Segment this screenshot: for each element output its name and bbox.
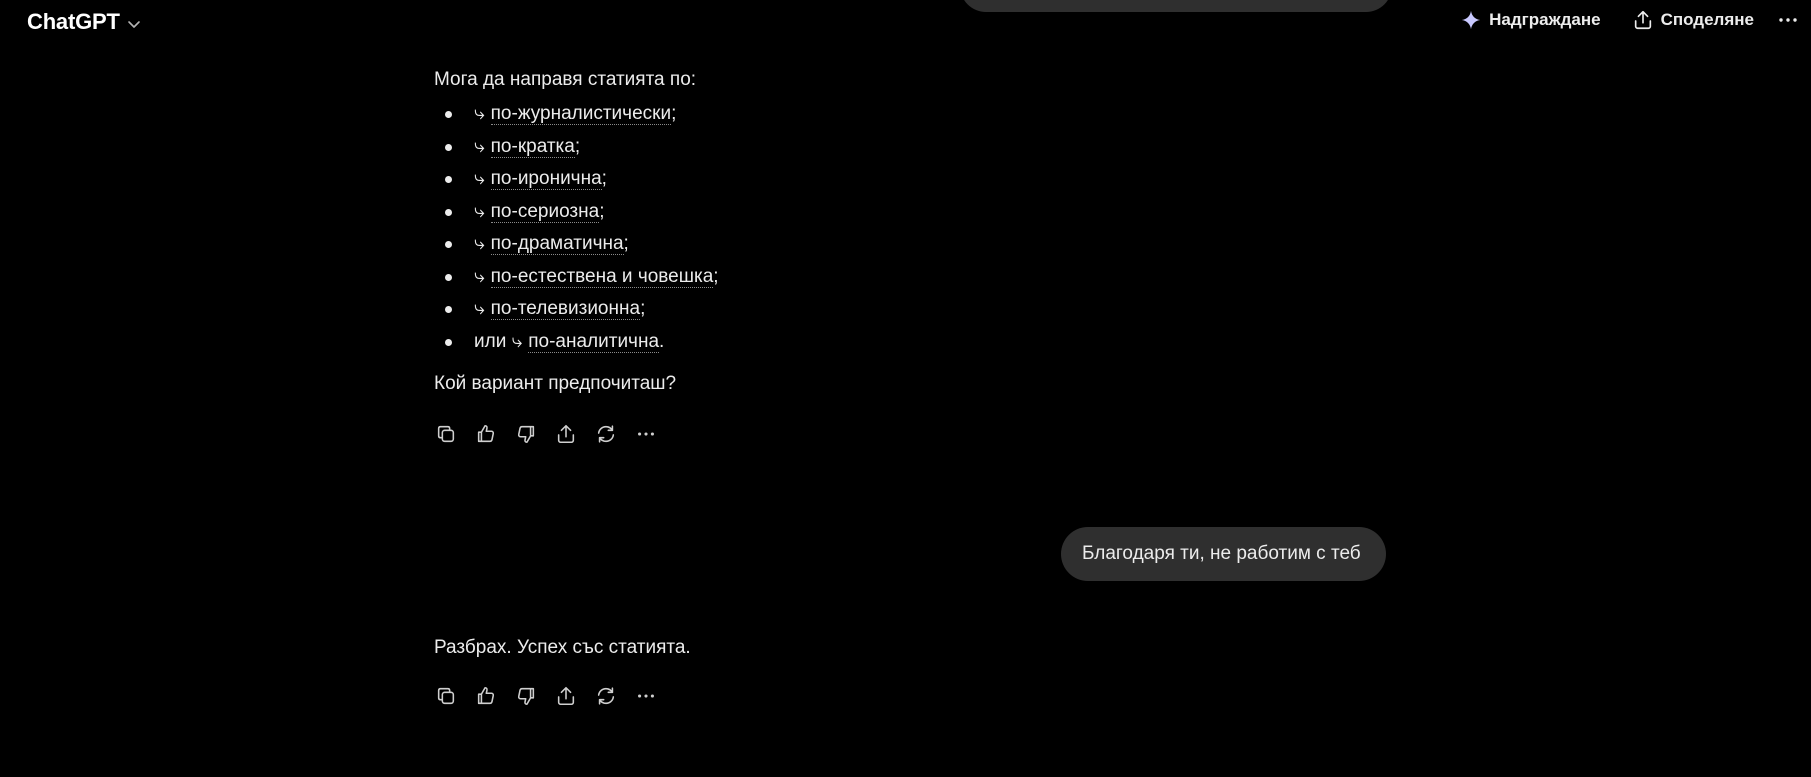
- bad-response-button[interactable]: [514, 684, 538, 708]
- share-label: Споделяне: [1660, 10, 1754, 29]
- composer-top-edge: [960, 0, 1392, 12]
- option-list: ⤷ по-журналистически; ⤷ по-кратка; ⤷ по-иро…: [434, 101, 1394, 361]
- share-button[interactable]: Споделяне: [1632, 9, 1754, 31]
- share-icon: [557, 424, 575, 444]
- copy-icon: [437, 687, 455, 705]
- list-item: ⤷ по-драматична;: [434, 231, 1394, 264]
- list-item: ⤷ по-кратка;: [434, 134, 1394, 167]
- list-item: ⤷ по-журналистически;: [434, 101, 1394, 134]
- option-link[interactable]: по-телевизионна: [490, 298, 641, 320]
- list-item: ⤷ по-иронична;: [434, 166, 1394, 199]
- model-switcher[interactable]: ChatGPT: [27, 9, 142, 35]
- chat-page: ChatGPT Надграждане Споделяне Мога да на…: [0, 0, 1811, 777]
- more-options-button[interactable]: [1777, 9, 1799, 31]
- share-icon: [1634, 10, 1651, 30]
- assistant-message-2: Разбрах. Успех със статията.: [434, 635, 1394, 661]
- option-link[interactable]: по-естествена и човешка: [490, 265, 714, 288]
- upgrade-button[interactable]: Надграждане: [1460, 9, 1601, 31]
- thumbs-up-icon: [477, 686, 495, 705]
- upgrade-label: Надграждане: [1489, 10, 1601, 29]
- option-link[interactable]: по-кратка: [490, 135, 575, 158]
- share-message-button[interactable]: [554, 684, 578, 708]
- regenerate-button[interactable]: [594, 684, 618, 708]
- assistant-message: Мога да направя статията по: ⤷ по-журнали…: [434, 67, 1394, 416]
- bad-response-button[interactable]: [514, 422, 538, 446]
- top-bar: ChatGPT Надграждане Споделяне: [0, 0, 1811, 50]
- arrow-icon: ⤷: [474, 200, 485, 222]
- message-actions: [434, 422, 658, 446]
- more-actions-button[interactable]: [634, 422, 658, 446]
- list-item: ⤷ по-сериозна;: [434, 199, 1394, 232]
- more-icon: [1779, 18, 1797, 22]
- more-icon: [638, 694, 654, 698]
- thumbs-up-icon: [477, 424, 495, 443]
- arrow-icon: ⤷: [474, 233, 485, 254]
- regenerate-icon: [597, 425, 615, 443]
- more-icon: [638, 432, 654, 436]
- regenerate-icon: [597, 687, 615, 705]
- arrow-icon: ⤷: [474, 168, 485, 189]
- good-response-button[interactable]: [474, 684, 498, 708]
- arrow-icon: ⤷: [511, 330, 523, 352]
- arrow-icon: ⤷: [474, 135, 485, 157]
- arrow-icon: ⤷: [474, 265, 485, 287]
- message-actions-2: [434, 684, 658, 708]
- message-text: Разбрах. Успех със статията.: [434, 637, 691, 658]
- user-message: Благодаря ти, не работим с теб: [1061, 527, 1386, 581]
- list-item: ⤷ по-естествена и човешка;: [434, 264, 1394, 297]
- regenerate-button[interactable]: [594, 422, 618, 446]
- share-message-button[interactable]: [554, 422, 578, 446]
- chevron-down-icon: [127, 20, 140, 28]
- option-link[interactable]: по-иронична: [490, 168, 602, 190]
- header-actions: Надграждане Споделяне: [1460, 9, 1811, 31]
- copy-button[interactable]: [434, 684, 458, 708]
- arrow-icon: ⤷: [474, 103, 485, 124]
- thumbs-down-icon: [517, 425, 535, 444]
- sparkle-icon: [1461, 10, 1481, 30]
- option-link[interactable]: по-аналитична: [528, 330, 660, 353]
- thumbs-down-icon: [517, 687, 535, 706]
- copy-icon: [437, 425, 455, 443]
- list-item: или ⤷ по-аналитична.: [434, 329, 1394, 362]
- good-response-button[interactable]: [474, 422, 498, 446]
- arrow-icon: ⤷: [474, 298, 485, 319]
- copy-button[interactable]: [434, 422, 458, 446]
- more-actions-button[interactable]: [634, 684, 658, 708]
- list-item: ⤷ по-телевизионна;: [434, 296, 1394, 329]
- option-link[interactable]: по-журналистически: [490, 103, 672, 125]
- message-intro: Мога да направя статията по:: [434, 69, 697, 90]
- model-name: ChatGPT: [27, 9, 120, 34]
- message-question: Кой вариант предпочиташ?: [434, 373, 677, 394]
- option-link[interactable]: по-сериозна: [490, 200, 600, 223]
- option-link[interactable]: по-драматична: [490, 233, 624, 255]
- share-icon: [557, 686, 575, 706]
